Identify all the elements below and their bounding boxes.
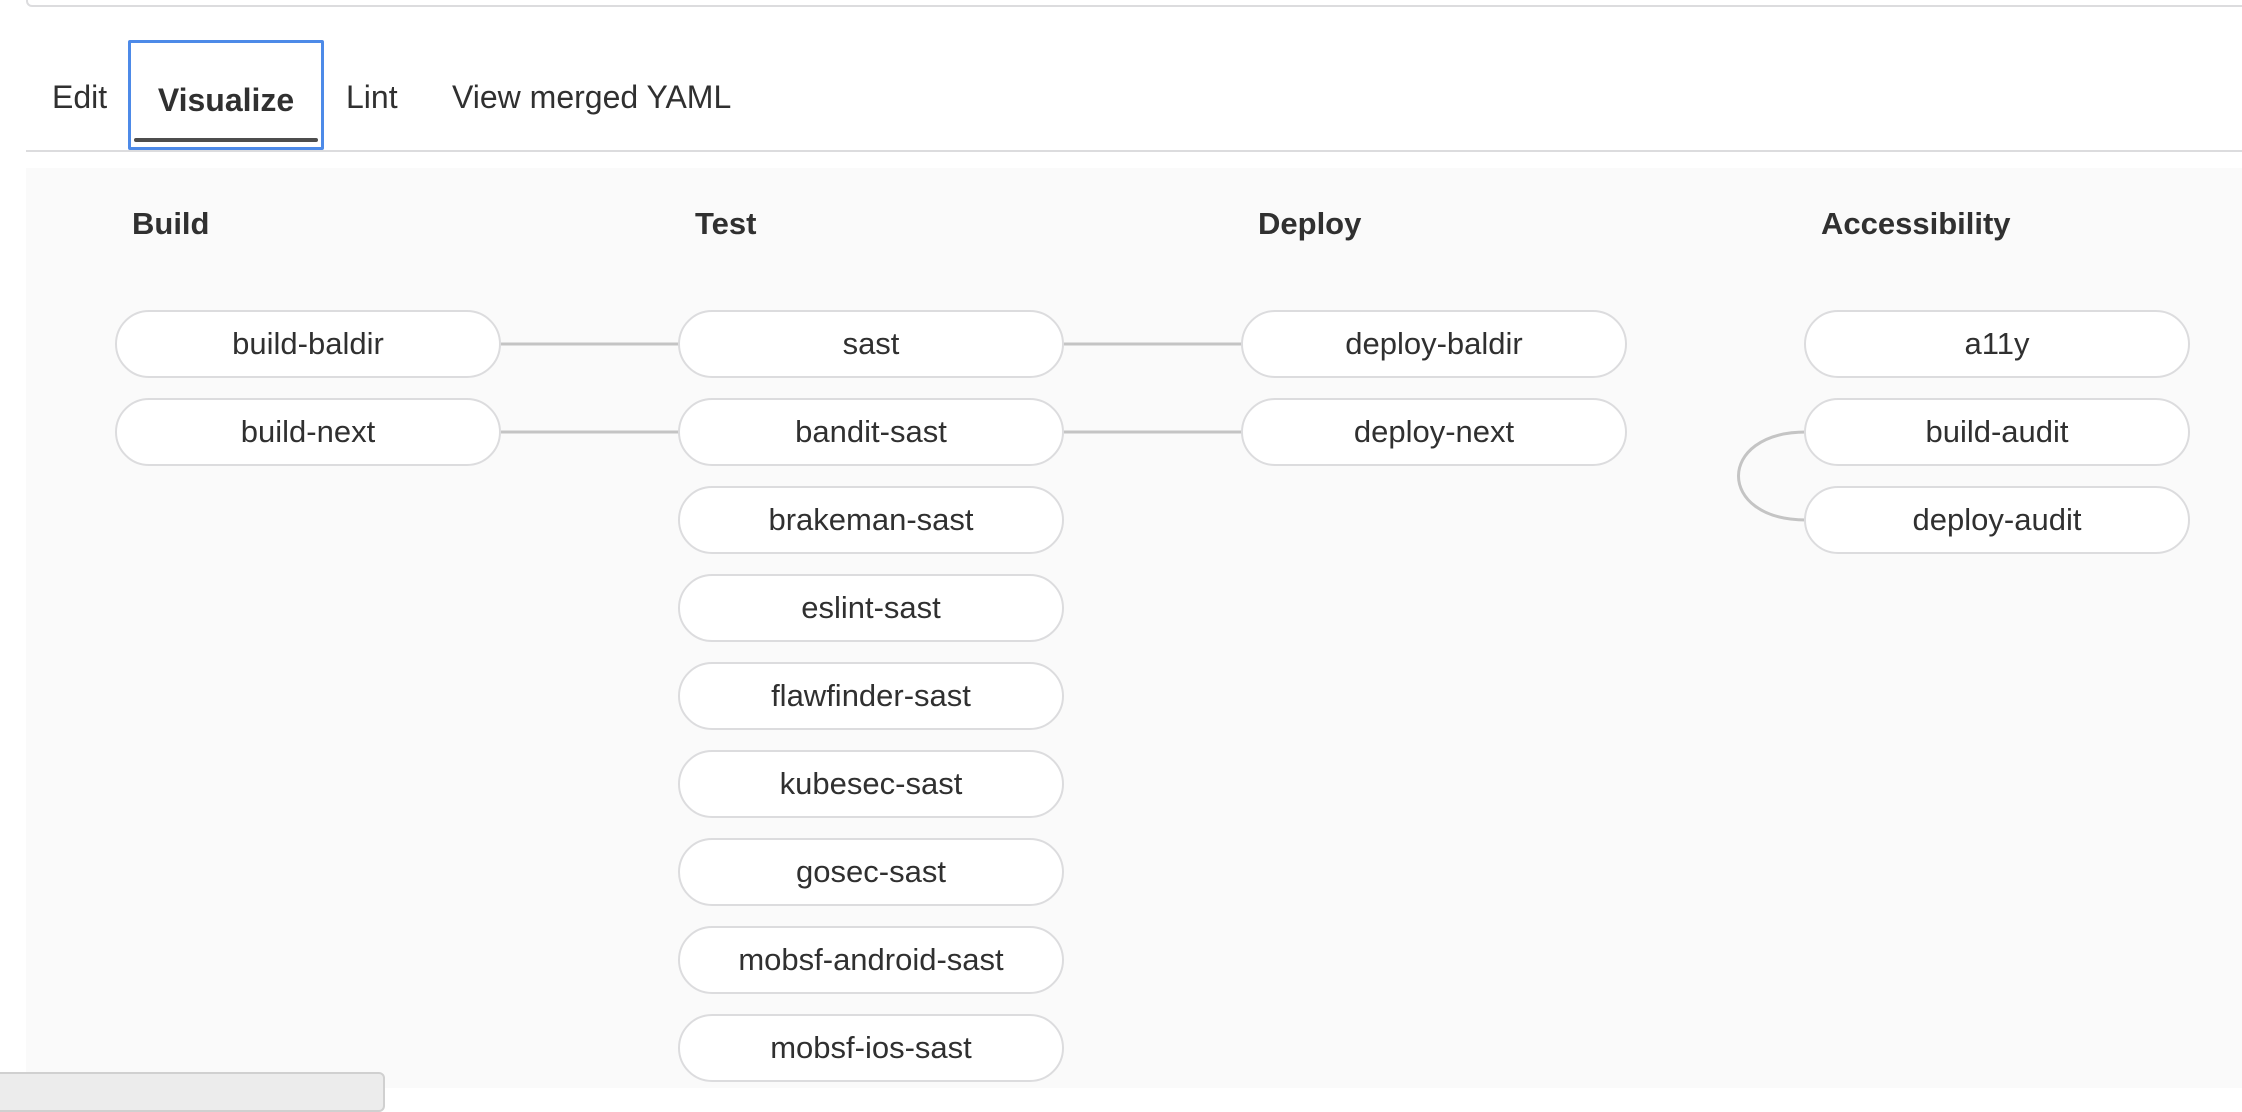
job-build-baldir[interactable]: build-baldir (115, 310, 501, 378)
job-build-audit[interactable]: build-audit (1804, 398, 2190, 466)
editor-tabs: Edit Visualize Lint View merged YAML (26, 40, 2242, 152)
job-sast[interactable]: sast (678, 310, 1064, 378)
job-eslint-sast[interactable]: eslint-sast (678, 574, 1064, 642)
job-deploy-audit[interactable]: deploy-audit (1804, 486, 2190, 554)
active-tab-indicator (134, 138, 318, 142)
job-gosec-sast[interactable]: gosec-sast (678, 838, 1064, 906)
tab-edit[interactable]: Edit (52, 40, 107, 150)
status-tooltip (0, 1072, 385, 1112)
job-build-next[interactable]: build-next (115, 398, 501, 466)
job-dependency-links (501, 342, 1807, 522)
tab-view-merged-yaml[interactable]: View merged YAML (452, 40, 731, 150)
tab-visualize-label: Visualize (157, 82, 295, 118)
job-flawfinder-sast[interactable]: flawfinder-sast (678, 662, 1064, 730)
stage-title-deploy: Deploy (1258, 206, 1362, 241)
stage-title-accessibility: Accessibility (1821, 206, 2011, 241)
editor-top-border (26, 0, 2242, 7)
job-kubesec-sast[interactable]: kubesec-sast (678, 750, 1064, 818)
tab-visualize[interactable]: Visualize (128, 40, 324, 150)
job-mobsf-android-sast[interactable]: mobsf-android-sast (678, 926, 1064, 994)
job-a11y[interactable]: a11y (1804, 310, 2190, 378)
job-deploy-baldir[interactable]: deploy-baldir (1241, 310, 1627, 378)
job-bandit-sast[interactable]: bandit-sast (678, 398, 1064, 466)
stage-title-build: Build (132, 206, 210, 241)
job-deploy-next[interactable]: deploy-next (1241, 398, 1627, 466)
stage-title-test: Test (695, 206, 757, 241)
pipeline-graph: Build Test Deploy Accessibility build-ba… (26, 168, 2242, 1088)
job-mobsf-ios-sast[interactable]: mobsf-ios-sast (678, 1014, 1064, 1082)
job-brakeman-sast[interactable]: brakeman-sast (678, 486, 1064, 554)
tab-lint[interactable]: Lint (346, 40, 398, 150)
link-build-audit-to-deploy-audit (1737, 430, 1807, 522)
